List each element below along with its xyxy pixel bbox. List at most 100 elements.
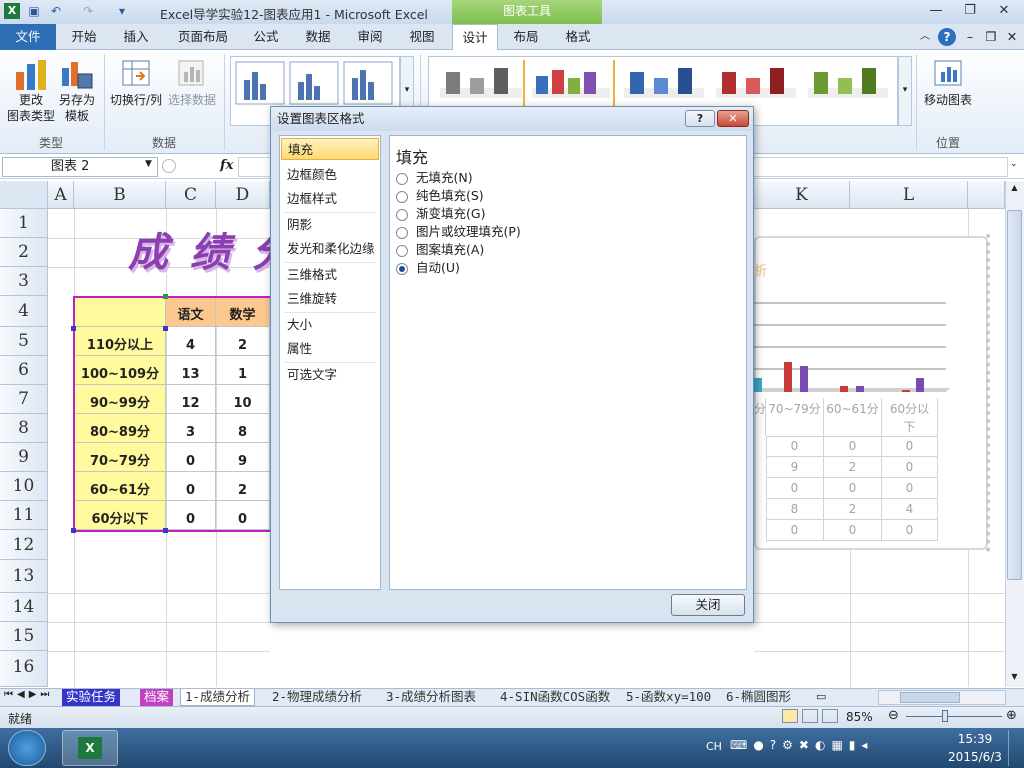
selection-handle[interactable]	[163, 294, 168, 299]
move-chart-button[interactable]: 移动图表	[918, 92, 978, 108]
table-row-label[interactable]: 60分以下	[75, 501, 166, 530]
name-box-dropdown-icon[interactable]: ▼	[145, 159, 152, 169]
tab-format[interactable]: 格式	[556, 24, 600, 50]
nav-size[interactable]: 大小	[281, 314, 379, 336]
name-box[interactable]: 图表 2	[2, 157, 158, 177]
dialog-close-button[interactable]: 关闭	[671, 594, 745, 616]
scroll-up-icon[interactable]: ▲	[1007, 183, 1022, 197]
dialog-help-button[interactable]: ?	[685, 110, 715, 127]
row-header[interactable]: 1	[0, 209, 48, 238]
selection-handle[interactable]	[71, 326, 76, 331]
tab-view[interactable]: 视图	[400, 24, 444, 50]
row-header[interactable]: 2	[0, 238, 48, 267]
nav-alt-text[interactable]: 可选文字	[281, 364, 379, 386]
normal-view-icon[interactable]	[782, 709, 798, 723]
nav-fill[interactable]: 填充	[281, 138, 379, 160]
close-window-icon[interactable]: ✕	[990, 2, 1018, 20]
save-as-template-button[interactable]: 另存为 模板	[54, 92, 100, 124]
table-cell[interactable]: 8	[216, 414, 270, 443]
nav-border-style[interactable]: 边框样式	[281, 188, 379, 210]
option-no-fill[interactable]: 无填充(N)	[416, 170, 473, 186]
table-row-label[interactable]: 100~109分	[75, 356, 166, 385]
table-cell[interactable]: 12	[166, 385, 216, 414]
table-cell[interactable]: 0	[166, 472, 216, 501]
redo-icon[interactable]: ↷	[80, 3, 96, 19]
col-header-L[interactable]: L	[850, 181, 968, 209]
select-all-corner[interactable]	[0, 181, 48, 209]
tab-page-layout[interactable]: 页面布局	[170, 24, 236, 50]
sheet-tab[interactable]: 3-成绩分析图表	[382, 689, 480, 706]
row-header[interactable]: 5	[0, 327, 48, 356]
col-header-C[interactable]: C	[166, 181, 216, 209]
row-header[interactable]: 4	[0, 296, 48, 327]
row-header[interactable]: 12	[0, 530, 48, 560]
switch-row-column-button[interactable]: 切换行/列	[108, 92, 164, 108]
tab-layout[interactable]: 布局	[504, 24, 548, 50]
zoom-level[interactable]: 85%	[846, 710, 873, 724]
table-header-math[interactable]: 数学	[216, 298, 270, 327]
selection-handle[interactable]	[71, 528, 76, 533]
row-header[interactable]: 9	[0, 443, 48, 472]
col-header-B[interactable]: B	[74, 181, 166, 209]
tab-home[interactable]: 开始	[62, 24, 106, 50]
row-header[interactable]: 7	[0, 385, 48, 414]
vertical-scroll-thumb[interactable]	[1007, 210, 1022, 580]
col-header-K[interactable]: K	[754, 181, 850, 209]
row-header[interactable]: 8	[0, 414, 48, 443]
change-chart-type-button[interactable]: 更改 图表类型	[2, 92, 60, 124]
styles-gallery-more-icon[interactable]: ▾	[898, 56, 912, 126]
table-cell[interactable]: 0	[216, 501, 270, 530]
zoom-slider-thumb[interactable]	[942, 710, 948, 722]
zoom-slider[interactable]	[906, 716, 1002, 717]
row-header[interactable]: 13	[0, 560, 48, 593]
chart-resize-border[interactable]	[982, 234, 990, 552]
table-cell[interactable]: 0	[166, 443, 216, 472]
radio-picture-fill[interactable]	[396, 227, 408, 239]
col-header-A[interactable]: A	[48, 181, 74, 209]
table-cell[interactable]: 2	[216, 472, 270, 501]
table-cell[interactable]: 2	[216, 327, 270, 356]
col-header-D[interactable]: D	[216, 181, 270, 209]
nav-glow-soft-edges[interactable]: 发光和柔化边缘	[281, 238, 379, 260]
select-data-button[interactable]: 选择数据	[166, 92, 218, 108]
zoom-out-icon[interactable]: ⊖	[888, 708, 899, 723]
table-row-label[interactable]: 60~61分	[75, 472, 166, 501]
clock-date[interactable]: 2015/6/3	[944, 750, 1006, 764]
table-cell[interactable]: 0	[166, 501, 216, 530]
sheet-tab[interactable]: 实验任务	[62, 689, 121, 706]
table-row-label[interactable]: 110分以上	[75, 327, 166, 356]
option-automatic[interactable]: 自动(U)	[416, 260, 460, 276]
table-row-label[interactable]: 80~89分	[75, 414, 166, 443]
sheet-tab[interactable]: 4-SIN函数COS函数	[496, 689, 614, 706]
expand-formula-icon[interactable]: ⌄	[1010, 159, 1018, 169]
col-header-M[interactable]	[968, 181, 1005, 209]
radio-automatic[interactable]	[396, 263, 408, 275]
sheet-tab[interactable]: 2-物理成绩分析	[268, 689, 366, 706]
insert-function-icon[interactable]: fx	[220, 158, 233, 173]
option-gradient-fill[interactable]: 渐变填充(G)	[416, 206, 485, 222]
table-cell[interactable]: 1	[216, 356, 270, 385]
zoom-in-icon[interactable]: ⊕	[1006, 708, 1017, 723]
page-break-view-icon[interactable]	[822, 709, 838, 723]
close-workbook-icon[interactable]: ✕	[1004, 24, 1020, 50]
horizontal-scroll-thumb[interactable]	[900, 692, 960, 703]
minimize-workbook-icon[interactable]: –	[962, 24, 978, 50]
nav-3d-rotation[interactable]: 三维旋转	[281, 288, 379, 310]
option-solid-fill[interactable]: 纯色填充(S)	[416, 188, 484, 204]
sheet-tab[interactable]: 档案	[140, 689, 174, 706]
table-cell[interactable]: 4	[166, 327, 216, 356]
tab-data[interactable]: 数据	[296, 24, 340, 50]
table-header-chinese[interactable]: 语文	[166, 298, 216, 327]
undo-icon[interactable]: ↶	[48, 3, 64, 19]
table-cell[interactable]: 13	[166, 356, 216, 385]
selection-handle[interactable]	[163, 528, 168, 533]
tab-review[interactable]: 审阅	[348, 24, 392, 50]
minimize-icon[interactable]: —	[922, 2, 950, 20]
nav-properties[interactable]: 属性	[281, 338, 379, 360]
customize-qat-icon[interactable]: ▾	[114, 3, 130, 19]
row-header[interactable]: 14	[0, 593, 48, 622]
sheet-tab[interactable]: 5-函数xy=100	[622, 689, 715, 706]
formula-cancel-icon[interactable]	[162, 159, 176, 173]
page-layout-view-icon[interactable]	[802, 709, 818, 723]
save-icon[interactable]: ▣	[26, 3, 42, 19]
